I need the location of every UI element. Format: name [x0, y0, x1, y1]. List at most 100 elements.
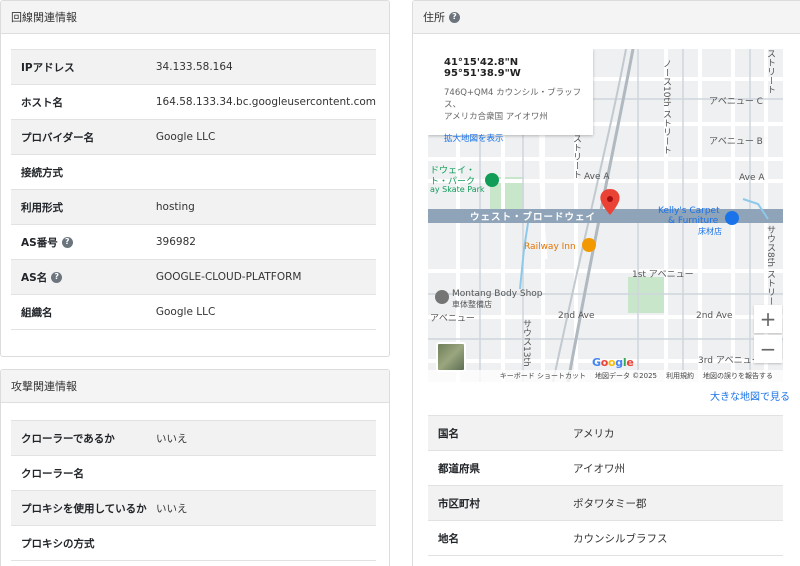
row-label-wrap: プロキシを使用しているか	[21, 501, 147, 516]
row-value	[156, 155, 376, 190]
line-info-title: 回線関連情報	[11, 11, 77, 24]
row-label-cell: 国名	[428, 416, 573, 451]
row-value: hosting	[155, 201, 195, 213]
row-label-cell: 都道府県	[428, 451, 573, 486]
row-label-wrap: クローラー名	[21, 466, 84, 481]
line-info-table: IPアドレス 34.133.58.164 ホスト名 164.58.133.34.bc.…	[11, 49, 376, 330]
zoom-out-button[interactable]: −	[754, 335, 782, 363]
attack-info-panel: 攻撃関連情報 クローラーであるか いいえ クローラー名 プロキシを使用しているか いいえ…	[0, 369, 390, 566]
row-label-cell: AS番号?	[11, 225, 156, 260]
table-row: 地名 カウンシルブラフス	[428, 520, 783, 556]
row-label-cell: AS名?	[11, 260, 156, 295]
row-label: AS番号	[21, 236, 58, 249]
keyboard-shortcuts-link[interactable]: キーボード ショートカット	[500, 371, 586, 381]
table-row: 利用形式 hosting	[11, 189, 376, 225]
row-value: カウンシルブラフス	[573, 532, 668, 545]
table-row: 国名 アメリカ	[428, 415, 783, 451]
table-row: IPアドレス 34.133.58.164	[11, 49, 376, 85]
map-label-kellys-2: & Furniture	[668, 216, 719, 226]
row-value: 396982	[155, 236, 196, 248]
table-row: ホスト名 164.58.133.34.bc.googleusercontent.c…	[11, 84, 376, 120]
row-label: クローラー名	[21, 467, 84, 480]
big-map-link[interactable]: 大きな地図で見る	[710, 388, 790, 403]
google-logo: Google	[592, 356, 634, 369]
question-circle-icon[interactable]: ?	[51, 271, 63, 283]
table-row: AS番号? 396982	[11, 224, 376, 260]
row-label: 利用形式	[21, 201, 63, 214]
row-label-wrap: 都道府県	[438, 461, 480, 476]
map-plus-code: 746Q+QM4 カウンシル・ブラッフス、 アメリカ合衆国 アイオワ州	[444, 87, 593, 123]
row-label: プロキシを使用しているか	[21, 502, 147, 515]
row-value: Google LLC	[155, 131, 216, 143]
question-circle-icon[interactable]: ?	[61, 236, 73, 248]
google-map[interactable]: ウェスト・ブロードウェイ アベニュー C アベニュー B Ave A Ave A…	[428, 49, 783, 382]
table-row: クローラー名	[11, 455, 376, 491]
map-label-skate-3: ay Skate Park	[430, 185, 485, 194]
row-value: いいえ	[156, 502, 188, 515]
row-label-wrap: 地名	[438, 531, 459, 546]
row-label-cell: プロキシの方式	[11, 526, 156, 561]
satellite-toggle[interactable]	[436, 342, 466, 372]
map-label-montang-2: 車体整備店	[452, 300, 492, 309]
address-header: 住所 ?	[413, 1, 800, 34]
row-label-wrap: プロバイダー名	[21, 130, 94, 145]
row-label-cell: 市区町村	[428, 486, 573, 521]
map-label-main-street: ウェスト・ブロードウェイ	[470, 212, 597, 223]
row-label-wrap: 組織名	[21, 305, 53, 320]
row-label: 接続方式	[21, 166, 63, 179]
row-label: AS名	[21, 271, 48, 284]
map-plus-code-line1: 746Q+QM4 カウンシル・ブラッフス、	[444, 88, 582, 110]
attack-info-header: 攻撃関連情報	[1, 370, 389, 403]
table-row: プロバイダー名 Google LLC	[11, 119, 376, 155]
question-circle-icon[interactable]: ?	[449, 11, 460, 23]
zoom-in-button[interactable]: +	[754, 305, 782, 333]
map-label-street-topright: ストリート	[765, 49, 775, 94]
map-label-second-ave-right: 2nd Ave	[696, 311, 733, 321]
row-value: 164.58.133.34.bc.googleusercontent.com	[155, 96, 376, 108]
enlarge-map-link[interactable]: 拡大地図を表示	[444, 132, 593, 144]
map-label-south-13th: サウス13th	[521, 319, 531, 367]
map-label-second-ave-left: 2nd Ave	[558, 311, 595, 321]
row-label: IPアドレス	[21, 61, 75, 74]
map-label-kellys: Kelly's Carpet	[658, 206, 720, 216]
row-label: 組織名	[21, 306, 53, 319]
row-label-wrap: 接続方式	[21, 165, 63, 180]
map-attribution: キーボード ショートカット 地図データ ©2025 利用規約 地図の誤りを報告す…	[428, 370, 783, 382]
table-row: 市区町村 ポタワタミー郡	[428, 485, 783, 521]
map-label-ave-a-right: Ave A	[739, 173, 765, 183]
row-label-cell: クローラーであるか	[11, 421, 156, 456]
row-value: アメリカ	[573, 427, 615, 440]
table-row: プロキシを使用しているか いいえ	[11, 490, 376, 526]
address-table: 国名 アメリカ 都道府県 アイオワ州 市区町村 ポタワタミー郡 地名 カウンシルブラフス	[428, 415, 783, 556]
map-label-south-8th: サウス8th ストリート	[765, 225, 775, 315]
map-coords: 41°15'42.8"N 95°51'38.9"W	[444, 57, 521, 79]
row-value: 34.133.58.164	[155, 61, 233, 73]
row-value: Google LLC	[155, 306, 216, 318]
map-label-ave-b: アベニュー B	[709, 137, 763, 147]
map-label-avenue-left: アベニュー	[430, 314, 475, 324]
row-label-cell: プロキシを使用しているか	[11, 491, 156, 526]
map-plus-code-line2: アメリカ合衆国 アイオワ州	[444, 112, 548, 122]
map-label-north-10th: ノース10th ストリート	[661, 59, 671, 155]
row-label-wrap: プロキシの方式	[21, 536, 95, 551]
row-label: 地名	[438, 532, 459, 545]
row-value: アイオワ州	[573, 462, 625, 475]
report-error-link[interactable]: 地図の誤りを報告する	[703, 371, 773, 381]
terms-link[interactable]: 利用規約	[666, 371, 694, 381]
row-label-wrap: 国名	[438, 426, 459, 441]
row-label-wrap: IPアドレス	[21, 60, 75, 75]
row-label: プロキシの方式	[21, 537, 95, 550]
row-value	[156, 526, 376, 561]
table-row: クローラーであるか いいえ	[11, 420, 376, 456]
row-value: ポタワタミー郡	[573, 497, 647, 510]
table-row: AS名? GOOGLE-CLOUD-PLATFORM	[11, 259, 376, 295]
map-info-card: 41°15'42.8"N 95°51'38.9"W 746Q+QM4 カウンシル…	[428, 49, 593, 144]
row-value: GOOGLE-CLOUD-PLATFORM	[155, 271, 302, 283]
row-label: クローラーであるか	[21, 432, 115, 445]
line-info-header: 回線関連情報	[1, 1, 389, 34]
map-label-ave-a-mid: Ave A	[584, 172, 610, 182]
row-label: 国名	[438, 427, 459, 440]
row-label-cell: 組織名	[11, 295, 156, 330]
table-row: 組織名 Google LLC	[11, 294, 376, 330]
table-row: 都道府県 アイオワ州	[428, 450, 783, 486]
